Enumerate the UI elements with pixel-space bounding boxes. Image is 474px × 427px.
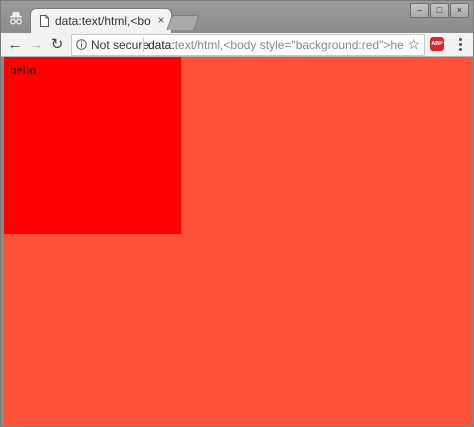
- omnibox-divider: [143, 38, 144, 52]
- toolbar: ← → ↻ Not secure data:text/html,<body st…: [1, 33, 473, 57]
- bookmark-star-icon[interactable]: ☆: [407, 36, 420, 53]
- tab-strip: data:text/html,<bo × – □ ×: [1, 1, 473, 33]
- close-window-button[interactable]: ×: [450, 3, 469, 18]
- tab-close-icon[interactable]: ×: [155, 13, 167, 27]
- url-text[interactable]: data:text/html,<body style="background:r…: [148, 38, 404, 52]
- page-text: hello: [10, 62, 36, 77]
- reload-button[interactable]: ↻: [48, 36, 66, 54]
- address-bar[interactable]: Not secure data:text/html,<body style="b…: [71, 34, 425, 56]
- url-rest: text/html,<body style="background:red">h…: [174, 38, 404, 52]
- url-scheme: data:: [148, 38, 175, 52]
- page-viewport: hello: [4, 57, 472, 425]
- page-icon: [40, 15, 49, 27]
- minimize-button[interactable]: –: [410, 3, 429, 18]
- info-icon[interactable]: [76, 39, 87, 50]
- forward-button[interactable]: →: [27, 36, 45, 54]
- incognito-icon: [10, 12, 22, 25]
- tab-title: data:text/html,<bo: [55, 14, 151, 28]
- new-tab-button[interactable]: [166, 15, 200, 30]
- maximize-button[interactable]: □: [430, 3, 449, 18]
- window-controls: – □ ×: [410, 3, 469, 18]
- kebab-menu-icon[interactable]: [453, 36, 467, 53]
- browser-window: data:text/html,<bo × – □ × ← → ↻ Not sec…: [0, 0, 474, 427]
- adblock-extension-icon[interactable]: ABP: [430, 37, 444, 51]
- page-body: hello: [4, 57, 181, 234]
- security-status[interactable]: Not secure: [91, 38, 149, 52]
- tab-active[interactable]: data:text/html,<bo ×: [31, 9, 171, 33]
- back-button[interactable]: ←: [6, 36, 24, 54]
